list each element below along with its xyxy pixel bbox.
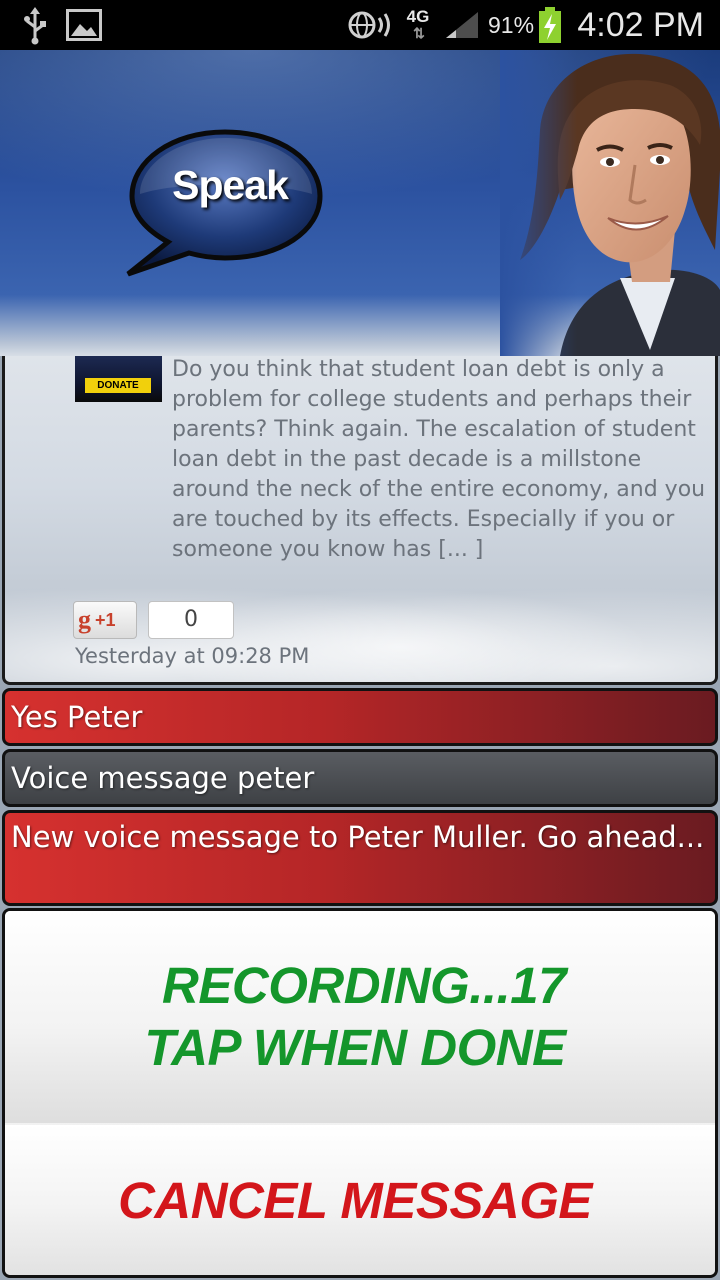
nfc-icon <box>346 0 396 50</box>
network-label: 4G <box>406 7 430 26</box>
voice-message-action-panel: RECORDING...17 TAP WHEN DONE CANCEL MESS… <box>2 908 718 1278</box>
network-type-indicator: 4G ⇅ <box>396 0 440 50</box>
tap-when-done-label: TAP WHEN DONE <box>144 1019 566 1076</box>
conversation-message-user[interactable]: Yes Peter <box>2 688 718 746</box>
signal-icon <box>444 0 484 50</box>
donate-badge: DONATE <box>85 378 151 393</box>
stop-recording-button[interactable]: RECORDING...17 TAP WHEN DONE <box>5 911 715 1123</box>
clock: 4:02 PM <box>577 5 704 44</box>
google-plus-icon: g <box>78 605 91 634</box>
battery-charging-icon <box>538 0 562 50</box>
cancel-message-label: CANCEL MESSAGE <box>118 1171 592 1229</box>
news-feed-card: DONATE Do you think that student loan de… <box>2 356 718 685</box>
avatar <box>500 50 720 356</box>
plus-one-count: 0 <box>148 601 234 639</box>
app-logo-text: Speak <box>172 162 289 208</box>
app-header-banner: Speak <box>0 50 720 356</box>
post-timestamp: Yesterday at 09:28 PM <box>75 644 310 668</box>
image-icon <box>66 0 102 50</box>
conversation-message-assistant[interactable]: New voice message to Peter Muller. Go ah… <box>2 810 718 906</box>
post-thumbnail[interactable]: DONATE <box>75 356 162 402</box>
plus-one-label: +1 <box>95 609 116 630</box>
cancel-message-button[interactable]: CANCEL MESSAGE <box>5 1125 715 1275</box>
battery-percent: 91% <box>488 11 535 38</box>
data-arrows-icon: ⇅ <box>413 25 425 41</box>
google-plus-one-button[interactable]: g +1 <box>73 601 137 639</box>
usb-icon <box>20 0 50 50</box>
conversation-message-user[interactable]: Voice message peter <box>2 749 718 807</box>
post-excerpt[interactable]: Do you think that student loan debt is o… <box>172 356 712 565</box>
status-bar: 4G ⇅ 91% 4:02 PM <box>0 0 720 50</box>
recording-status-label: RECORDING...17 <box>162 957 566 1014</box>
